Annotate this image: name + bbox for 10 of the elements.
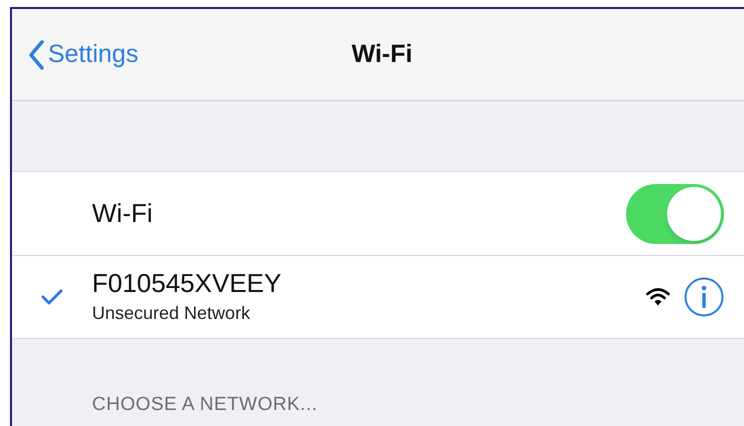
network-name: F010545XVEEY [92, 268, 282, 298]
back-button[interactable]: Settings [28, 36, 138, 74]
wifi-label: Wi-Fi [92, 197, 154, 230]
chevron-left-icon [28, 40, 44, 70]
network-row[interactable]: F010545XVEEY Unsecured Network [12, 256, 744, 338]
screen-title: Wi-Fi [350, 38, 414, 70]
section-header: CHOOSE A NETWORK... [92, 393, 318, 417]
network-status: Unsecured Network [92, 302, 252, 324]
info-icon[interactable] [684, 277, 724, 317]
wifi-signal-icon [646, 287, 670, 307]
